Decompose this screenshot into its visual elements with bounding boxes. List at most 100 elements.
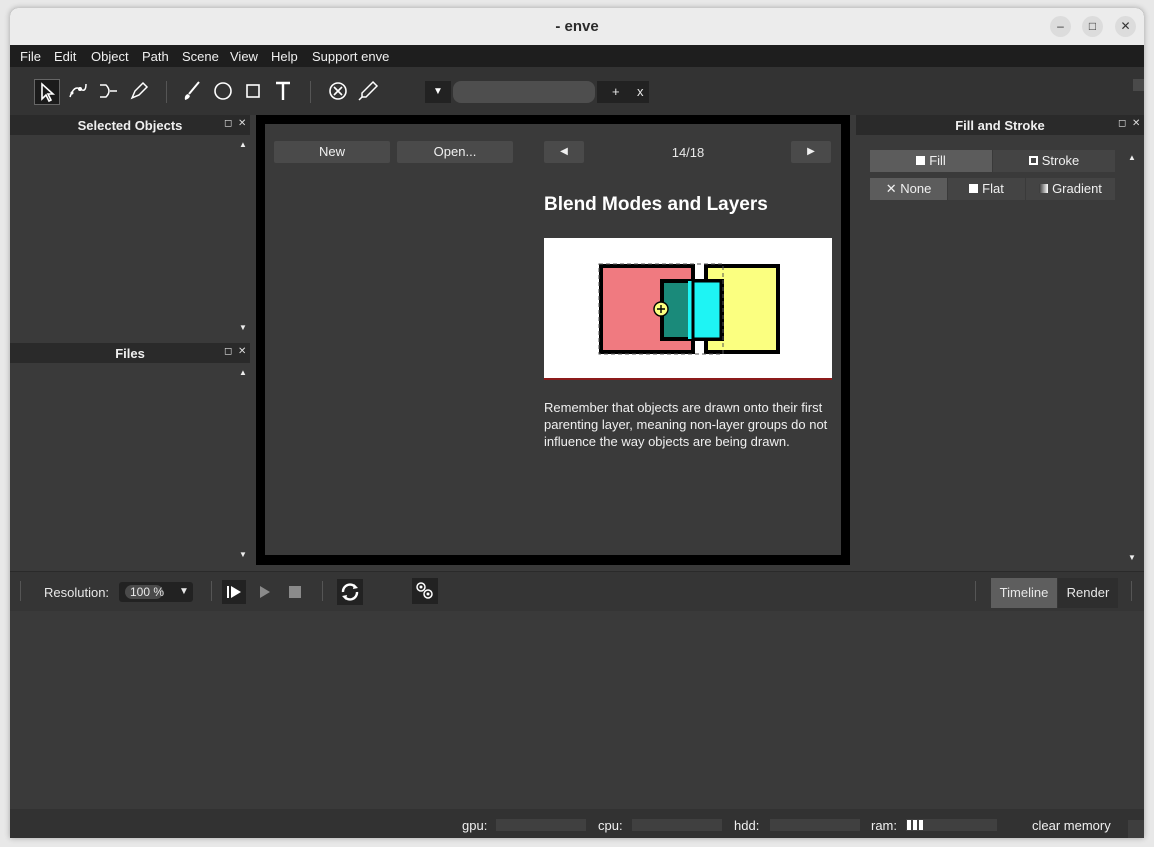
menu-bar: File Edit Object Path Scene View Help Su… bbox=[10, 45, 1144, 67]
menu-view[interactable]: View bbox=[230, 49, 258, 64]
scroll-down-icon[interactable]: ▼ bbox=[1128, 553, 1136, 562]
toolbar: ▼ + x bbox=[10, 67, 1144, 115]
fill-tab-label: Fill bbox=[929, 153, 946, 168]
paint-none-label: None bbox=[900, 181, 932, 196]
scroll-down-icon[interactable]: ▼ bbox=[239, 323, 247, 332]
gradient-icon bbox=[1039, 184, 1049, 193]
stroke-tab-label: Stroke bbox=[1041, 153, 1080, 168]
close-panel-icon[interactable]: ✕ bbox=[1132, 118, 1140, 129]
gpu-meter bbox=[496, 819, 586, 831]
fill-stroke-panel: Fill Stroke ✕ None Flat Gradient ▲ ▼ bbox=[856, 135, 1144, 565]
welcome-screen: New Open... ◀ 14/18 ▶ Blend Modes and La… bbox=[265, 124, 841, 555]
float-panel-icon[interactable]: ◻ bbox=[224, 118, 232, 129]
stroke-tab[interactable]: Stroke bbox=[993, 150, 1115, 172]
hdd-label: hdd: bbox=[734, 818, 760, 833]
tip-title: Blend Modes and Layers bbox=[544, 194, 768, 215]
files-title: Files bbox=[115, 346, 145, 361]
paint-flat-button[interactable]: Flat bbox=[948, 178, 1025, 200]
selected-objects-title: Selected Objects bbox=[77, 118, 183, 133]
ram-meter bbox=[906, 819, 997, 831]
circle-icon[interactable] bbox=[210, 79, 236, 105]
selected-objects-header: Selected Objects ◻ ✕ bbox=[10, 115, 250, 135]
cursor-icon[interactable] bbox=[34, 79, 60, 105]
menu-file[interactable]: File bbox=[20, 49, 41, 64]
bar-separator bbox=[1131, 581, 1132, 601]
path-edit-icon[interactable] bbox=[95, 79, 121, 105]
scroll-up-icon[interactable]: ▲ bbox=[239, 140, 247, 149]
fill-swatch-icon bbox=[916, 156, 926, 165]
ram-label: ram: bbox=[871, 818, 897, 833]
tab-timeline[interactable]: Timeline bbox=[991, 578, 1057, 608]
menu-object[interactable]: Object bbox=[91, 49, 129, 64]
float-panel-icon[interactable]: ◻ bbox=[1118, 118, 1126, 129]
play-icon[interactable] bbox=[253, 580, 277, 604]
scroll-down-icon[interactable]: ▼ bbox=[239, 550, 247, 559]
loop-icon[interactable] bbox=[337, 579, 363, 605]
bar-separator bbox=[211, 581, 212, 601]
close-panel-icon[interactable]: ✕ bbox=[238, 346, 246, 357]
clear-memory-button[interactable]: clear memory bbox=[1032, 818, 1111, 833]
stop-icon[interactable] bbox=[283, 580, 307, 604]
resolution-select[interactable]: 100 % ▼ bbox=[119, 582, 193, 602]
fill-stroke-title: Fill and Stroke bbox=[955, 118, 1045, 133]
prev-tip-icon[interactable]: ◀ bbox=[544, 141, 584, 163]
maximize-icon[interactable]: □ bbox=[1082, 16, 1103, 37]
flat-icon bbox=[969, 184, 979, 193]
new-button[interactable]: New bbox=[274, 141, 390, 163]
cpu-label: cpu: bbox=[598, 818, 623, 833]
playback-bar: Resolution: 100 % ▼ Timeline Render bbox=[10, 571, 1144, 611]
cpu-meter bbox=[632, 819, 722, 831]
close-panel-icon[interactable]: ✕ bbox=[238, 118, 246, 129]
selected-objects-list: ▲ ▼ bbox=[10, 135, 250, 338]
menu-scene[interactable]: Scene bbox=[182, 49, 219, 64]
stroke-swatch-icon bbox=[1028, 156, 1038, 165]
welcome-canvas-frame: New Open... ◀ 14/18 ▶ Blend Modes and La… bbox=[256, 115, 850, 565]
add-preset-button[interactable]: + bbox=[612, 84, 620, 99]
files-header: Files ◻ ✕ bbox=[10, 343, 250, 363]
cancel-icon[interactable] bbox=[325, 79, 351, 105]
brush-preset-field[interactable] bbox=[453, 81, 595, 103]
color-picker-icon[interactable] bbox=[355, 79, 381, 105]
pen-icon[interactable] bbox=[126, 79, 152, 105]
bar-separator bbox=[20, 581, 21, 601]
minimize-icon[interactable]: – bbox=[1050, 16, 1071, 37]
window-title: - enve bbox=[555, 18, 599, 35]
tab-render[interactable]: Render bbox=[1058, 578, 1118, 608]
bar-separator bbox=[322, 581, 323, 601]
paint-flat-label: Flat bbox=[982, 181, 1004, 196]
brush-preset-dropdown[interactable]: ▼ bbox=[425, 81, 451, 103]
toolbar-separator bbox=[166, 81, 167, 103]
resolution-label: Resolution: bbox=[44, 585, 110, 600]
play-preview-icon[interactable] bbox=[222, 580, 246, 604]
timeline-area bbox=[10, 611, 1144, 809]
menu-support[interactable]: Support enve bbox=[312, 49, 389, 64]
bar-separator bbox=[975, 581, 976, 601]
toolbar-extension-handle[interactable] bbox=[1133, 79, 1144, 91]
node-icon[interactable] bbox=[65, 79, 91, 105]
resize-grip[interactable] bbox=[1128, 820, 1144, 838]
paint-none-button[interactable]: ✕ None bbox=[870, 178, 947, 200]
fill-tab[interactable]: Fill bbox=[870, 150, 992, 172]
brush-icon[interactable] bbox=[179, 79, 205, 105]
onion-skin-icon[interactable] bbox=[412, 578, 438, 604]
close-icon[interactable]: ✕ bbox=[1115, 16, 1136, 37]
text-icon[interactable] bbox=[270, 79, 296, 105]
app-window: - enve – □ ✕ File Edit Object Path Scene… bbox=[10, 8, 1144, 838]
tip-illustration bbox=[544, 238, 832, 380]
scroll-up-icon[interactable]: ▲ bbox=[239, 368, 247, 377]
float-panel-icon[interactable]: ◻ bbox=[224, 346, 232, 357]
menu-edit[interactable]: Edit bbox=[54, 49, 76, 64]
open-button[interactable]: Open... bbox=[397, 141, 513, 163]
menu-help[interactable]: Help bbox=[271, 49, 298, 64]
paint-gradient-label: Gradient bbox=[1052, 181, 1102, 196]
menu-path[interactable]: Path bbox=[142, 49, 169, 64]
tip-description: Remember that objects are drawn onto the… bbox=[544, 400, 828, 449]
hdd-meter bbox=[770, 819, 860, 831]
rectangle-icon[interactable] bbox=[240, 79, 266, 105]
chevron-down-icon: ▼ bbox=[179, 586, 189, 597]
scroll-up-icon[interactable]: ▲ bbox=[1128, 153, 1136, 162]
next-tip-icon[interactable]: ▶ bbox=[791, 141, 831, 163]
remove-preset-button[interactable]: x bbox=[637, 84, 644, 99]
paint-gradient-button[interactable]: Gradient bbox=[1026, 178, 1115, 200]
resolution-value: 100 % bbox=[130, 585, 165, 599]
